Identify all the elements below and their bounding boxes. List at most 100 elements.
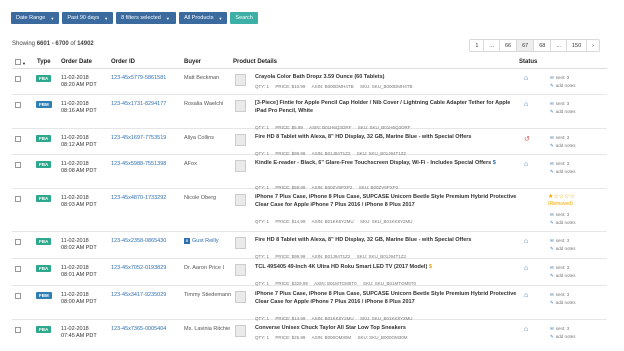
product-thumbnail[interactable]	[235, 325, 246, 337]
row-checkbox[interactable]	[15, 76, 21, 84]
notes-panel: ✉ sent: 3 ✎ add notes	[550, 325, 576, 341]
sent-messages[interactable]: ✉ sent: 3	[550, 161, 569, 166]
table-row[interactable]: FBA 11-02-2018 07:45 AM PDT 123-45x7365-0…	[12, 322, 607, 351]
home-icon[interactable]: ⌂	[524, 161, 528, 168]
sent-messages[interactable]: ✉ sent: 3	[550, 238, 569, 243]
home-icon[interactable]: ⌂	[524, 265, 528, 272]
search-button[interactable]: Search	[230, 12, 258, 24]
column-buyer[interactable]: Buyer	[184, 59, 201, 65]
add-notes-link[interactable]: ✎ add notes	[550, 246, 576, 251]
product-title[interactable]: iPhone 7 Plus Case, iPhone 8 Plus Case, …	[255, 291, 520, 306]
order-date: 11-02-2018 08:03 AM PDT	[61, 195, 97, 208]
page-button[interactable]: 1	[470, 40, 485, 51]
home-icon[interactable]: ⌂	[524, 292, 528, 299]
sent-messages[interactable]: ✉ sent: 3	[550, 292, 569, 297]
next-page-button[interactable]: ›	[587, 40, 599, 51]
add-notes-link[interactable]: ✎ add notes	[550, 300, 576, 305]
sent-messages[interactable]: ✉ sent: 3	[550, 101, 569, 106]
product-thumbnail[interactable]	[235, 134, 246, 146]
add-notes-link[interactable]: ✎ add notes	[550, 83, 576, 88]
envelope-icon: ✉	[550, 265, 554, 270]
sent-messages[interactable]: ✉ sent: 3	[550, 326, 569, 331]
product-thumbnail[interactable]	[235, 160, 246, 172]
row-checkbox[interactable]	[15, 239, 21, 247]
date-range-dropdown[interactable]: Date Range ▼	[11, 12, 60, 24]
row-checkbox[interactable]	[15, 266, 21, 274]
table-row[interactable]: FBA 11-02-2018 08:02 AM PDT 123-45x2358-0…	[12, 234, 607, 259]
table-row[interactable]: FBA 11-02-2018 08:01 AM PDT 123-45x7052-0…	[12, 261, 607, 286]
buyer-name: Timmy Stiedemann	[184, 292, 232, 298]
table-row[interactable]: FBA 11-02-2018 08:03 AM PDT 123-45x4870-1…	[12, 191, 607, 232]
product-thumbnail[interactable]	[235, 264, 246, 276]
column-order-id[interactable]: Order ID	[111, 59, 135, 65]
column-type[interactable]: Type	[37, 59, 51, 65]
add-notes-link[interactable]: ✎ add notes	[550, 143, 576, 148]
home-icon[interactable]: ⌂	[524, 75, 528, 82]
home-icon[interactable]: ⌂	[524, 238, 528, 245]
add-notes-link[interactable]: ✎ add notes	[550, 220, 576, 225]
product-title[interactable]: Fire HD 8 Tablet with Alexa, 8" HD Displ…	[255, 134, 520, 142]
order-id-link[interactable]: 123-45x1697-7753519	[111, 135, 166, 142]
page-button[interactable]: 66	[500, 40, 518, 51]
order-id-link[interactable]: 123-45x1731-8294177	[111, 101, 166, 108]
product-thumbnail[interactable]	[235, 237, 246, 249]
product-title[interactable]: Crayola Color Bath Dropz 3.59 Ounce (60 …	[255, 74, 520, 82]
products-dropdown[interactable]: All Products ▼	[179, 12, 228, 24]
sent-messages[interactable]: ✉ sent: 3	[550, 212, 569, 217]
table-row[interactable]: FBA 11-02-2018 08:12 AM PDT 123-45x1697-7…	[12, 131, 607, 156]
select-all-checkbox[interactable]: ▼	[15, 59, 26, 67]
sent-messages[interactable]: ✉ sent: 3	[550, 265, 569, 270]
home-icon[interactable]: ⌂	[524, 101, 528, 108]
pencil-icon: ✎	[550, 169, 554, 174]
product-title[interactable]: TCL 49S405 49-Inch 4K Ultra HD Roku Smar…	[255, 264, 520, 272]
review-rating: ★☆☆☆☆ (Removed)	[548, 194, 575, 208]
column-product-details[interactable]: Product Details	[233, 59, 277, 65]
order-id-link[interactable]: 123-45x5779-5861581	[111, 75, 166, 82]
row-checkbox[interactable]	[15, 327, 21, 335]
order-date: 11-02-2018 08:01 AM PDT	[61, 265, 97, 278]
product-title[interactable]: iPhone 7 Plus Case, iPhone 8 Plus Case, …	[255, 194, 520, 209]
buyer-name: Ms. Lavinia Ritchie	[184, 326, 231, 332]
table-row[interactable]: FBA 11-02-2018 08:20 AM PDT 123-45x5779-5…	[12, 71, 607, 95]
product-thumbnail[interactable]	[235, 100, 246, 112]
order-id-link[interactable]: 123-45x3417-9235029	[111, 292, 166, 299]
product-thumbnail[interactable]	[235, 291, 246, 303]
home-icon[interactable]: ⌂	[524, 326, 528, 333]
product-title[interactable]: Fire HD 8 Tablet with Alexa, 8" HD Displ…	[255, 237, 520, 245]
table-row[interactable]: FBM 11-02-2018 08:00 AM PDT 123-45x3417-9…	[12, 288, 607, 321]
row-checkbox[interactable]	[15, 102, 21, 110]
notes-panel: ✉ sent: 3 ✎ add notes	[550, 211, 576, 227]
page-button[interactable]: 150	[567, 40, 588, 51]
table-row[interactable]: FBM 11-02-2018 08:16 AM PDT 123-45x1731-8…	[12, 97, 607, 130]
table-row[interactable]: FBA 11-02-2018 08:08 AM PDT 123-45x5988-7…	[12, 157, 607, 190]
product-title[interactable]: [3-Piece] Fintie for Apple Pencil Cap Ho…	[255, 100, 520, 115]
filters-dropdown[interactable]: 8 filters selected ▼	[116, 12, 177, 24]
order-id-link[interactable]: 123-45x5988-7551398	[111, 161, 166, 168]
sent-messages[interactable]: ✉ sent: 3	[550, 135, 569, 140]
order-id-link[interactable]: 123-45x4870-1733292	[111, 195, 166, 202]
add-notes-link[interactable]: ✎ add notes	[550, 273, 576, 278]
order-id-link[interactable]: 123-45x7052-0193829	[111, 265, 166, 272]
undo-icon[interactable]: ↺	[524, 135, 530, 143]
row-checkbox[interactable]	[15, 293, 21, 301]
add-notes-link[interactable]: ✎ add notes	[550, 334, 576, 339]
add-notes-link[interactable]: ✎ add notes	[550, 109, 576, 114]
column-order-date[interactable]: Order Date	[61, 59, 92, 65]
row-checkbox[interactable]	[15, 196, 21, 204]
page-button[interactable]: 68	[534, 40, 552, 51]
order-id-link[interactable]: 123-45x7365-0005404	[111, 326, 166, 333]
product-thumbnail[interactable]	[235, 194, 246, 206]
period-dropdown[interactable]: Past 90 days ▼	[62, 12, 114, 24]
sent-messages[interactable]: ✉ sent: 3	[550, 75, 569, 80]
pencil-icon: ✎	[550, 109, 554, 114]
row-checkbox[interactable]	[15, 136, 21, 144]
product-thumbnail[interactable]	[235, 74, 246, 86]
type-badge: FBA	[36, 161, 52, 168]
product-title[interactable]: Kindle E-reader - Black, 6" Glare-Free T…	[255, 160, 520, 168]
column-status[interactable]: Status	[519, 59, 537, 65]
order-id-link[interactable]: 123-45x2358-0865430	[111, 238, 166, 245]
row-checkbox[interactable]	[15, 162, 21, 170]
product-title[interactable]: Converse Unisex Chuck Taylor All Star Lo…	[255, 325, 520, 333]
page-button[interactable]: 67	[517, 40, 535, 51]
add-notes-link[interactable]: ✎ add notes	[550, 169, 576, 174]
